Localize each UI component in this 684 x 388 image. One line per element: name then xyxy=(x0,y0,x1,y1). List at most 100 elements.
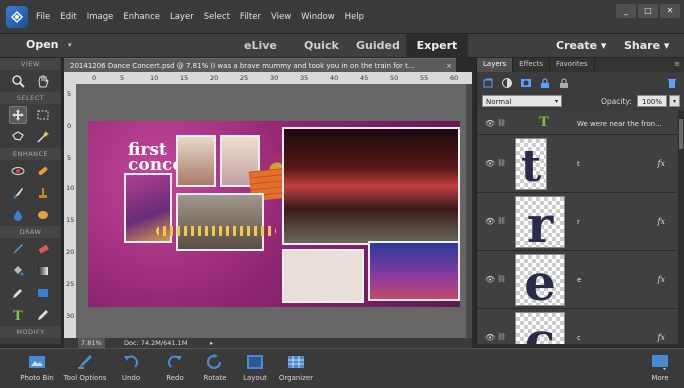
close-document-icon[interactable]: × xyxy=(446,59,452,72)
minimize-button[interactable]: _ xyxy=(616,4,636,18)
eyedropper-tool-icon[interactable] xyxy=(9,284,27,302)
layer-row[interactable]: 👁 ⛓ e e fx xyxy=(477,251,677,309)
blur-tool-icon[interactable] xyxy=(9,206,27,224)
zoom-tool-icon[interactable] xyxy=(9,72,27,90)
menu-select[interactable]: Select xyxy=(204,12,230,22)
create-button[interactable]: Create ▾ xyxy=(556,39,606,52)
tool-options-button[interactable]: Tool Options xyxy=(60,353,110,382)
tab-elive[interactable]: eLive xyxy=(244,39,277,52)
menu-edit[interactable]: Edit xyxy=(60,12,76,22)
blend-mode-select[interactable]: Normal ▾ xyxy=(482,95,562,107)
document-tab[interactable]: 20141206 Dance Concert.psd @ 7.81% (I wa… xyxy=(64,58,456,72)
tab-favorites[interactable]: Favorites xyxy=(550,58,595,72)
more-button[interactable]: More xyxy=(646,353,674,382)
undo-button[interactable]: Undo xyxy=(116,353,146,382)
new-layer-icon[interactable] xyxy=(481,76,495,90)
new-adjustment-layer-icon[interactable] xyxy=(500,76,514,90)
menu-view[interactable]: View xyxy=(271,12,291,22)
visibility-eye-icon[interactable]: 👁 xyxy=(485,275,495,284)
open-dropdown-caret-icon[interactable]: ▾ xyxy=(68,41,72,49)
organizer-button[interactable]: Organizer xyxy=(276,353,316,382)
layer-name[interactable]: t xyxy=(577,160,580,168)
menu-window[interactable]: Window xyxy=(301,12,335,22)
layer-row[interactable]: 👁 ⛓ r r fx xyxy=(477,193,677,251)
marquee-tool-icon[interactable] xyxy=(34,106,52,124)
smart-brush-tool-icon[interactable] xyxy=(9,184,27,202)
close-window-button[interactable]: ✕ xyxy=(660,4,680,18)
zoom-level[interactable]: 7.81% xyxy=(78,338,105,348)
document-canvas[interactable]: first concert xyxy=(76,84,472,338)
pencil-tool-icon[interactable] xyxy=(34,306,52,324)
layer-mask-icon[interactable] xyxy=(519,76,533,90)
menu-enhance[interactable]: Enhance xyxy=(123,12,160,22)
lock-transparency-icon[interactable] xyxy=(557,76,571,90)
opacity-dropdown-icon[interactable]: ▾ xyxy=(669,95,680,107)
photo-dancers-stage[interactable] xyxy=(368,241,460,301)
layer-row[interactable]: 👁 ⛓ t t fx xyxy=(477,135,677,193)
tab-quick[interactable]: Quick xyxy=(304,39,339,52)
spot-healing-tool-icon[interactable] xyxy=(34,162,52,180)
magic-wand-tool-icon[interactable] xyxy=(34,128,52,146)
link-icon[interactable]: ⛓ xyxy=(497,159,506,167)
layer-name[interactable]: We were near the fron... xyxy=(577,120,662,128)
move-tool-icon[interactable] xyxy=(9,106,28,124)
menu-file[interactable]: File xyxy=(36,12,50,22)
rotate-button[interactable]: Rotate xyxy=(198,353,232,382)
canvas-scrollbar[interactable] xyxy=(466,84,472,338)
lasso-tool-icon[interactable] xyxy=(9,128,27,146)
delete-layer-icon[interactable] xyxy=(665,76,679,90)
share-button[interactable]: Share ▾ xyxy=(624,39,669,52)
maximize-button[interactable]: □ xyxy=(638,4,658,18)
link-icon[interactable]: ⛓ xyxy=(497,275,506,283)
opacity-input[interactable]: 100% xyxy=(637,95,667,107)
photo-dancers[interactable] xyxy=(176,193,264,251)
layer-row[interactable]: 👁 ⛓ c c fx xyxy=(477,309,677,344)
fx-icon[interactable]: fx xyxy=(658,333,665,342)
layer-name[interactable]: c xyxy=(577,334,581,342)
layer-row[interactable]: 👁 ⛓ T We were near the fron... xyxy=(477,111,677,135)
clone-stamp-tool-icon[interactable] xyxy=(34,184,52,202)
layer-name[interactable]: r xyxy=(577,218,580,226)
fx-icon[interactable]: fx xyxy=(658,159,665,168)
open-button[interactable]: Open xyxy=(26,38,59,51)
link-icon[interactable]: ⛓ xyxy=(497,119,506,127)
photo-bin-button[interactable]: Photo Bin xyxy=(18,353,56,382)
shape-tool-icon[interactable] xyxy=(34,284,52,302)
layout-button[interactable]: Layout xyxy=(240,353,270,382)
fx-icon[interactable]: fx xyxy=(658,217,665,226)
type-tool-icon[interactable]: T xyxy=(9,306,27,324)
link-icon[interactable]: ⛓ xyxy=(497,217,506,225)
scrapbook-page[interactable]: first concert xyxy=(88,121,460,307)
visibility-eye-icon[interactable]: 👁 xyxy=(485,159,495,168)
status-arrow-icon[interactable]: ▸ xyxy=(210,338,213,348)
layers-scrollbar[interactable] xyxy=(678,111,684,344)
eraser-tool-icon[interactable] xyxy=(34,240,52,258)
visibility-eye-icon[interactable]: 👁 xyxy=(485,333,495,342)
photo-kids-1[interactable] xyxy=(176,135,216,187)
visibility-eye-icon[interactable]: 👁 xyxy=(485,217,495,226)
tab-layers[interactable]: Layers xyxy=(477,58,514,72)
brush-tool-icon[interactable] xyxy=(9,240,27,258)
elements-logo-icon[interactable] xyxy=(6,5,28,28)
visibility-eye-icon[interactable]: 👁 xyxy=(485,119,495,128)
tab-effects[interactable]: Effects xyxy=(513,58,550,72)
layer-name[interactable]: e xyxy=(577,276,581,284)
menu-image[interactable]: Image xyxy=(87,12,114,22)
menu-filter[interactable]: Filter xyxy=(240,12,261,22)
panel-menu-icon[interactable]: ≡ xyxy=(674,60,680,68)
lock-all-icon[interactable] xyxy=(538,76,552,90)
paint-bucket-tool-icon[interactable] xyxy=(9,262,27,280)
gradient-tool-icon[interactable] xyxy=(34,262,52,280)
hand-tool-icon[interactable] xyxy=(34,72,52,90)
red-eye-tool-icon[interactable] xyxy=(9,162,27,180)
scrollbar-thumb[interactable] xyxy=(679,119,683,149)
redo-button[interactable]: Redo xyxy=(160,353,190,382)
tab-guided[interactable]: Guided xyxy=(356,39,400,52)
photo-journal-card[interactable] xyxy=(282,249,364,303)
tab-expert[interactable]: Expert xyxy=(406,34,468,58)
photo-stage[interactable] xyxy=(282,127,460,245)
fx-icon[interactable]: fx xyxy=(658,275,665,284)
sponge-tool-icon[interactable] xyxy=(34,206,52,224)
link-icon[interactable]: ⛓ xyxy=(497,333,506,341)
menu-layer[interactable]: Layer xyxy=(170,12,194,22)
